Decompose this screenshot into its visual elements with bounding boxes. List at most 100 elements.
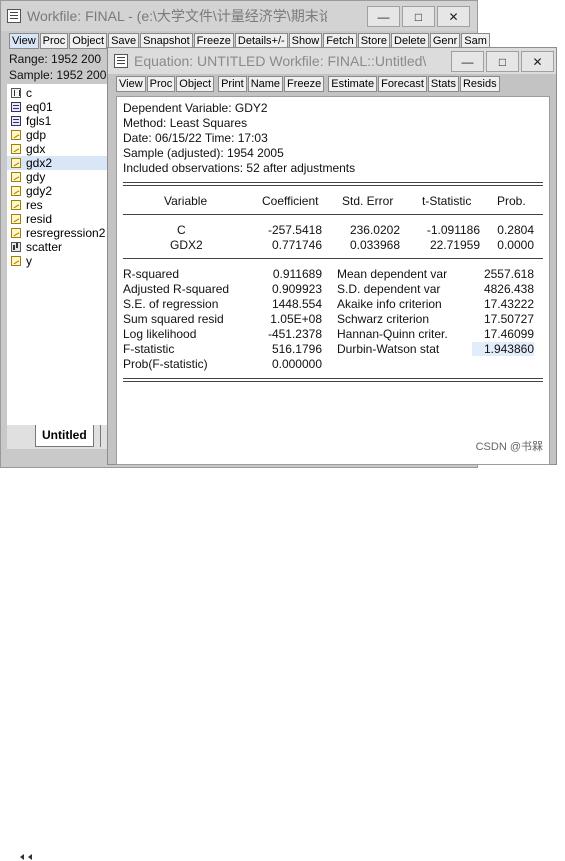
stat-value: 0.911689: [272, 267, 322, 281]
list-item[interactable]: resid: [7, 212, 111, 226]
maximize-button[interactable]: □: [402, 6, 435, 27]
list-item[interactable]: gdy2: [7, 184, 111, 198]
list-item[interactable]: gdp: [7, 128, 111, 142]
eq-btn-forecast[interactable]: Forecast: [378, 76, 427, 92]
stat-label: Akaike info criterion: [337, 297, 442, 311]
object-name: gdp: [26, 128, 47, 142]
stat-label: S.E. of regression: [123, 297, 219, 311]
workfile-title: Workfile: FINAL - (e:\大学文件\计量经济学\期末论文\fi…: [27, 8, 327, 24]
col-std-error: Std. Error: [342, 194, 394, 208]
stat-label: Hannan-Quinn criter.: [337, 327, 448, 341]
stat-value: 17.43222: [483, 297, 534, 311]
list-item[interactable]: fgls1: [7, 114, 111, 128]
close-icon: ✕: [532, 54, 543, 69]
workfile-range[interactable]: Range: 1952 200: [9, 52, 101, 66]
stat-value: 2557.618: [483, 267, 534, 281]
list-item[interactable]: y: [7, 254, 111, 268]
stat-value: 0.000000: [271, 357, 322, 371]
wf-btn-object[interactable]: Object: [69, 33, 108, 49]
included-observations: Included observations: 52 after adjustme…: [123, 161, 356, 175]
table-cell: GDX2: [170, 238, 203, 252]
list-item-selected[interactable]: gdx2: [7, 156, 111, 170]
list-item[interactable]: resregression2: [7, 226, 111, 240]
list-item[interactable]: scatter: [7, 240, 111, 254]
eq-btn-resids[interactable]: Resids: [459, 76, 500, 92]
wf-btn-view[interactable]: View: [9, 33, 39, 49]
equation-icon: [11, 116, 21, 126]
eq-close-button[interactable]: ✕: [521, 51, 554, 72]
col-variable: Variable: [164, 194, 208, 208]
wf-btn-proc[interactable]: Proc: [39, 33, 69, 49]
stat-label: Schwarz criterion: [337, 312, 430, 326]
durbin-watson-value[interactable]: 1.943860: [472, 342, 534, 356]
list-item[interactable]: c: [7, 86, 111, 100]
divider: [123, 258, 543, 259]
maximize-icon: □: [414, 9, 423, 24]
object-name: y: [26, 254, 32, 268]
table-cell: 22.71959: [429, 238, 480, 252]
tab-scroll-icon[interactable]: [19, 853, 41, 861]
series-icon: [11, 158, 21, 168]
object-name: gdx: [26, 142, 46, 156]
eq-btn-estimate[interactable]: Estimate: [328, 76, 378, 92]
object-name: gdx2: [26, 156, 53, 170]
date-time: Date: 06/15/22 Time: 17:03: [123, 131, 268, 145]
divider: [123, 185, 543, 186]
list-item[interactable]: gdx: [7, 142, 111, 156]
minimize-icon: —: [377, 9, 390, 24]
stat-value: 1448.554: [271, 297, 322, 311]
stat-value: 1.05E+08: [270, 312, 322, 326]
graph-icon: [11, 242, 21, 252]
object-name: gdy: [26, 170, 46, 184]
list-item[interactable]: eq01: [7, 100, 111, 114]
object-name: eq01: [26, 100, 53, 114]
eq-btn-freeze[interactable]: Freeze: [284, 76, 325, 92]
equation-icon: [11, 102, 21, 112]
stat-label: Sum squared resid: [123, 312, 224, 326]
close-button[interactable]: ✕: [437, 6, 470, 27]
coef-icon: [11, 88, 21, 98]
divider: [123, 182, 543, 183]
object-name: scatter: [26, 240, 63, 254]
watermark: CSDN @书槑: [475, 441, 543, 453]
equation-titlebar[interactable]: Equation: UNTITLED Workfile: FINAL::Unti…: [108, 48, 556, 74]
tab-untitled[interactable]: Untitled: [35, 425, 94, 447]
dependent-variable: Dependent Variable: GDY2: [123, 101, 268, 115]
table-cell: 0.2804: [497, 223, 534, 237]
workfile-icon: [7, 9, 21, 23]
eq-btn-stats[interactable]: Stats: [427, 76, 459, 92]
equation-output: Dependent Variable: GDY2 Method: Least S…: [116, 96, 550, 465]
stat-label: Mean dependent var: [337, 267, 448, 281]
equation-window: Equation: UNTITLED Workfile: FINAL::Unti…: [107, 47, 557, 465]
table-cell: 0.771746: [271, 238, 322, 252]
eq-minimize-button[interactable]: —: [451, 51, 484, 72]
stat-value: 17.50727: [483, 312, 534, 326]
series-icon: [11, 130, 21, 140]
divider: [123, 381, 543, 382]
stat-label: F-statistic: [123, 342, 175, 356]
stat-value: 4826.438: [483, 282, 534, 296]
stat-label: S.D. dependent var: [337, 282, 441, 296]
table-cell: -257.5418: [267, 223, 322, 237]
eq-btn-view[interactable]: View: [116, 76, 146, 92]
eq-maximize-button[interactable]: □: [486, 51, 519, 72]
sample: Sample (adjusted): 1954 2005: [123, 146, 284, 160]
stat-value: 0.909923: [271, 282, 322, 296]
col-t-statistic: t-Statistic: [422, 194, 472, 208]
eq-btn-proc[interactable]: Proc: [146, 76, 176, 92]
list-item[interactable]: res: [7, 198, 111, 212]
workfile-titlebar[interactable]: Workfile: FINAL - (e:\大学文件\计量经济学\期末论文\fi…: [1, 1, 477, 31]
eq-btn-name[interactable]: Name: [247, 76, 284, 92]
stat-value: 516.1796: [271, 342, 322, 356]
maximize-icon: □: [498, 54, 507, 69]
close-icon: ✕: [448, 9, 459, 24]
list-item[interactable]: gdy: [7, 170, 111, 184]
eq-btn-object[interactable]: Object: [176, 76, 215, 92]
object-name: res: [26, 198, 43, 212]
stat-label: Adjusted R-squared: [123, 282, 230, 296]
divider: [123, 378, 543, 379]
workfile-sample[interactable]: Sample: 1952 200: [9, 68, 106, 82]
table-cell: -1.091186: [426, 223, 480, 237]
minimize-button[interactable]: —: [367, 6, 400, 27]
eq-btn-print[interactable]: Print: [218, 76, 247, 92]
